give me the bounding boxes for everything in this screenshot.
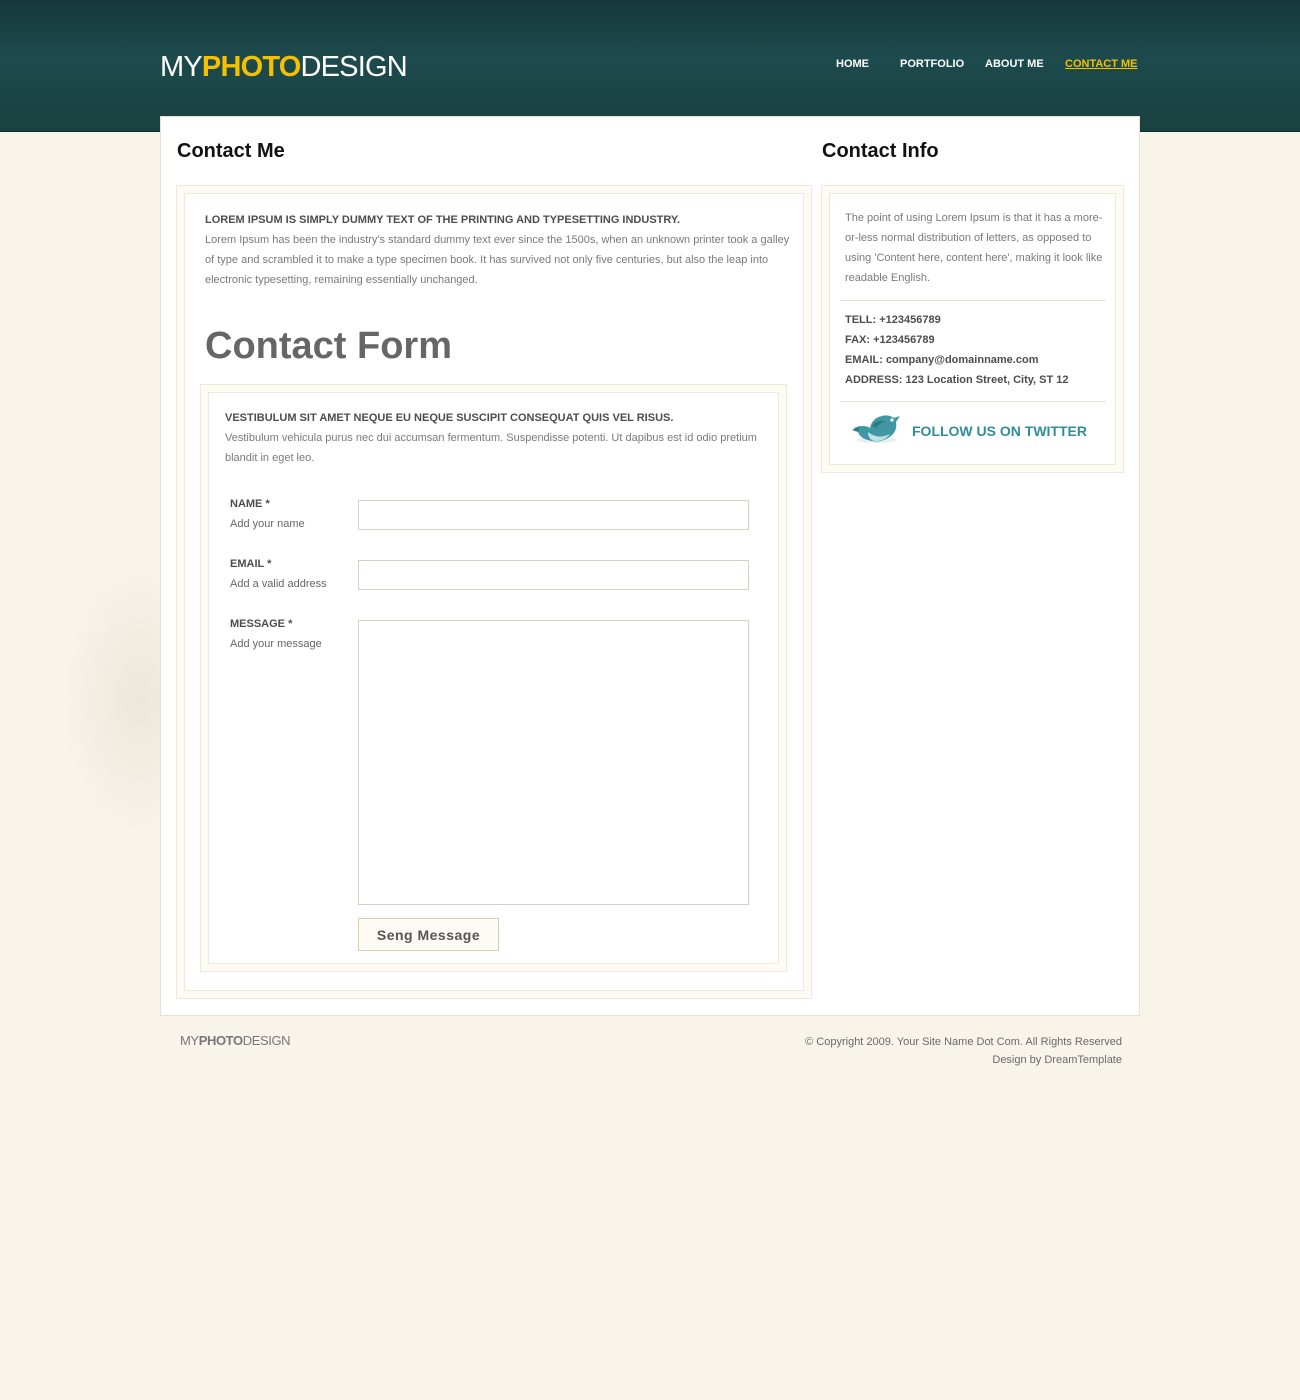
contact-address: ADDRESS: 123 Location Street, City, ST 1…: [845, 374, 1069, 386]
contact-form-heading: Contact Form: [205, 325, 452, 367]
page-title: Contact Me: [177, 140, 285, 162]
name-input[interactable]: [358, 500, 749, 530]
intro-title: LOREM IPSUM IS SIMPLY DUMMY TEXT OF THE …: [205, 214, 681, 226]
sidebar-title: Contact Info: [822, 140, 939, 162]
sidebar-blurb-line: The point of using Lorem Ipsum is that i…: [845, 212, 1103, 224]
intro-text-line: of type and scrambled it to make a type …: [205, 254, 769, 266]
nav-item-about-me[interactable]: ABOUT ME: [985, 58, 1044, 70]
email-input[interactable]: [358, 560, 749, 590]
contact-phone: TELL: +123456789: [845, 314, 941, 326]
footer-logo-photo: PHOTO: [198, 1033, 243, 1048]
main-nav: HOME PORTFOLIO ABOUT ME CONTACT ME: [0, 58, 1300, 72]
message-textarea[interactable]: [358, 620, 749, 905]
footer-copyright: © Copyright 2009. Your Site Name Dot Com…: [805, 1036, 1122, 1048]
footer-logo-my: MY: [180, 1033, 199, 1048]
form-text-line: Vestibulum vehicula purus nec dui accums…: [225, 432, 757, 444]
footer-credit: Design by DreamTemplate: [992, 1054, 1122, 1066]
nav-item-home[interactable]: HOME: [836, 58, 869, 70]
name-label: NAME *: [230, 498, 270, 510]
twitter-follow-link[interactable]: FOLLOW US ON TWITTER: [850, 408, 1100, 448]
twitter-bird-icon: [852, 415, 900, 443]
email-hint: Add a valid address: [230, 578, 327, 590]
email-label: EMAIL *: [230, 558, 272, 570]
message-hint: Add your message: [230, 638, 322, 650]
sidebar-blurb-line: using 'Content here, content here', maki…: [845, 252, 1103, 264]
footer-logo[interactable]: MYPHOTODESIGN: [180, 1033, 291, 1049]
intro-text-line: Lorem Ipsum has been the industry's stan…: [205, 234, 790, 246]
divider: [840, 401, 1106, 402]
twitter-follow-label: FOLLOW US ON TWITTER: [912, 423, 1087, 439]
form-title: VESTIBULUM SIT AMET NEQUE EU NEQUE SUSCI…: [225, 412, 674, 424]
intro-text-line: electronic typesetting, remaining essent…: [205, 274, 478, 286]
name-hint: Add your name: [230, 518, 305, 530]
sidebar-blurb-line: or-less normal distribution of letters, …: [845, 232, 1092, 244]
sidebar-blurb-line: readable English.: [845, 272, 931, 284]
contact-fax: FAX: +123456789: [845, 334, 935, 346]
site-header: MYPHOTODESIGN HOME PORTFOLIO ABOUT ME CO…: [0, 0, 1300, 132]
contact-email: EMAIL: company@domainname.com: [845, 354, 1039, 366]
message-label: MESSAGE *: [230, 618, 293, 630]
footer-logo-design: DESIGN: [242, 1033, 291, 1048]
divider: [840, 300, 1106, 301]
send-message-button[interactable]: Seng Message: [358, 918, 499, 951]
nav-item-portfolio[interactable]: PORTFOLIO: [900, 58, 964, 70]
form-text-line: blandit in eget leo.: [225, 452, 315, 464]
nav-item-contact-me[interactable]: CONTACT ME: [1065, 58, 1138, 70]
